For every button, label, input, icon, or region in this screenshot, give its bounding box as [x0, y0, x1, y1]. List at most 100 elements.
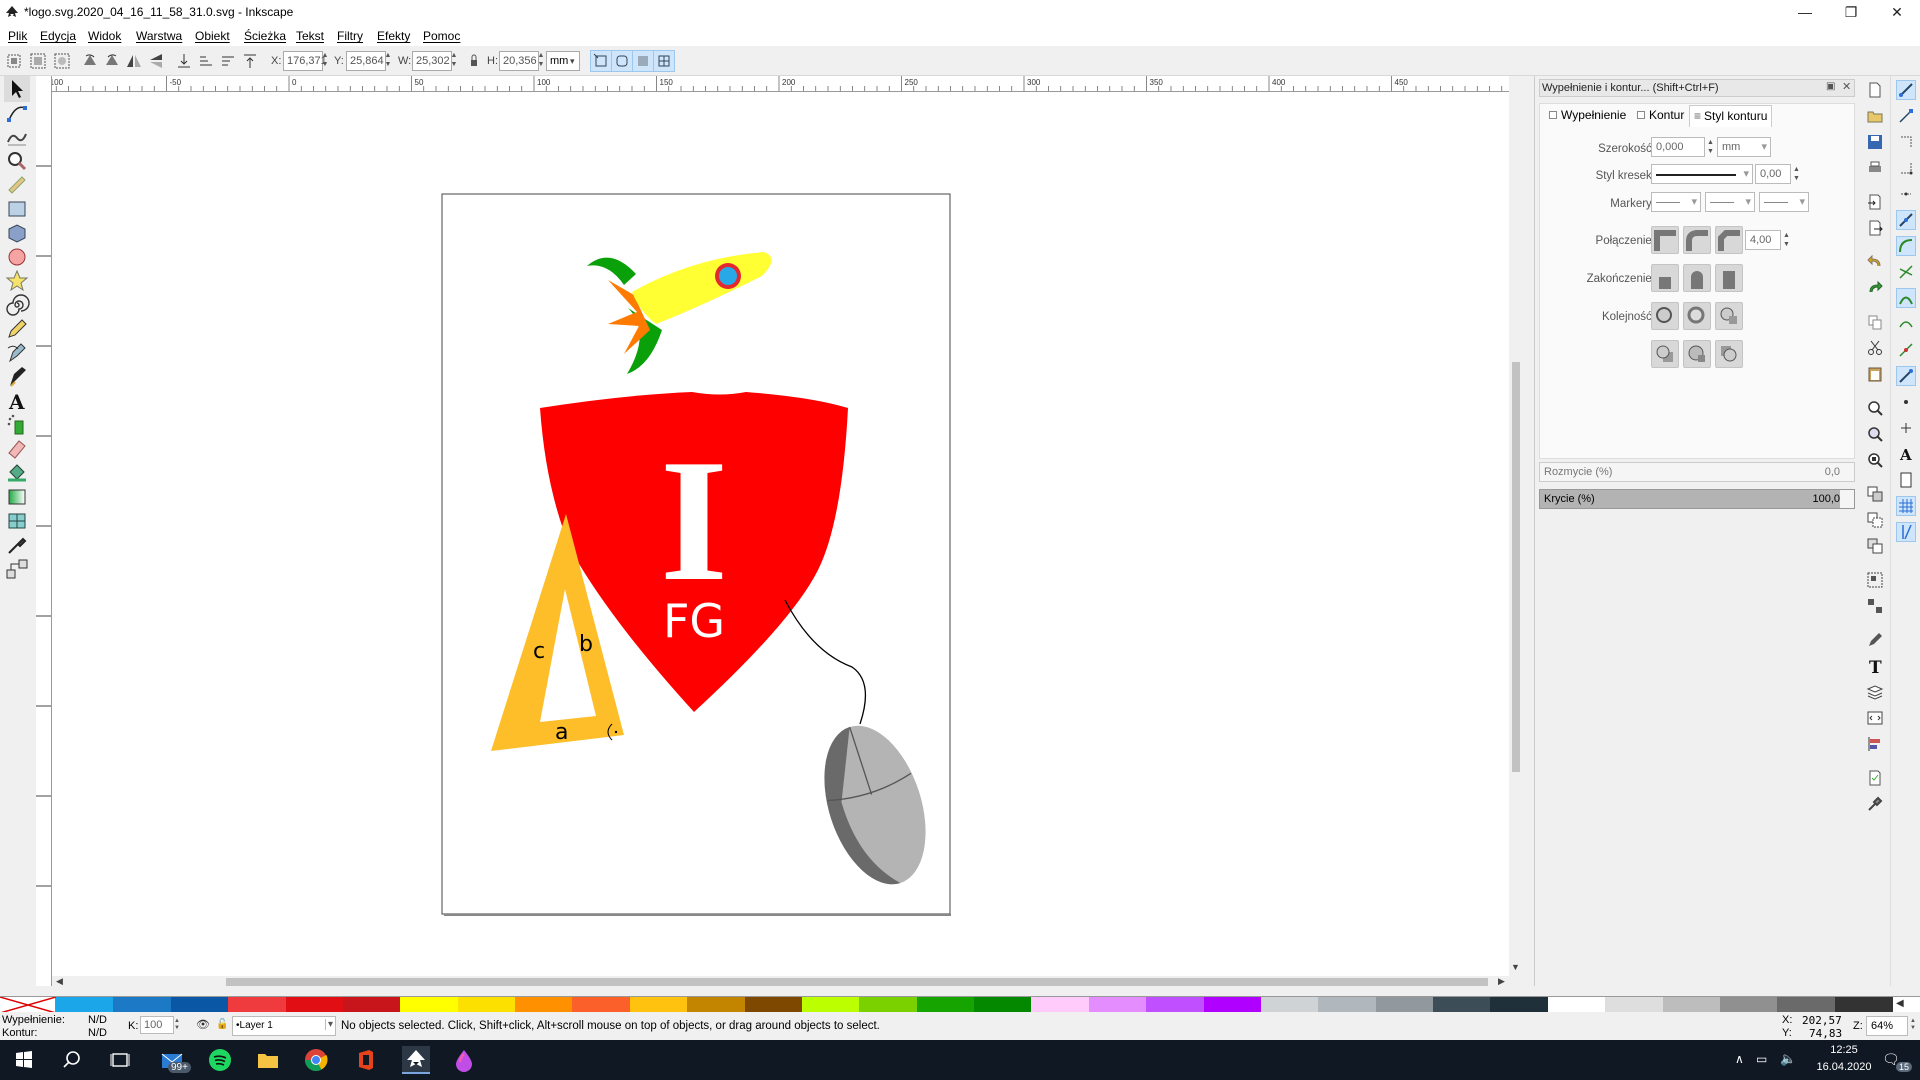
palette-swatch[interactable]: [56, 997, 114, 1013]
undo-icon[interactable]: [1866, 253, 1884, 271]
volume-icon[interactable]: 🔈: [1780, 1051, 1796, 1067]
snap-intersections-icon[interactable]: [1897, 263, 1915, 281]
snap-bbox-midpoints-icon[interactable]: [1897, 185, 1915, 203]
xml-editor-icon[interactable]: [1866, 709, 1884, 727]
drawing-canvas[interactable]: I FG c b a: [52, 92, 1509, 976]
vertical-scrollbar[interactable]: ▼: [1509, 76, 1523, 988]
gradient-tool-icon[interactable]: [4, 484, 30, 510]
restore-button[interactable]: ❐: [1828, 0, 1874, 26]
ellipse-tool-icon[interactable]: [4, 244, 30, 270]
lower-icon[interactable]: [196, 51, 216, 71]
snap-paths-icon[interactable]: [1896, 236, 1916, 256]
scale-stroke-icon[interactable]: [590, 50, 612, 72]
no-paint-swatch-icon[interactable]: [0, 996, 57, 1014]
mesh-tool-icon[interactable]: [4, 508, 30, 534]
node-tool-icon[interactable]: [4, 100, 30, 126]
opacity-slider[interactable]: Krycie (%) 100,0: [1539, 489, 1855, 509]
order-stroke-fill-markers-icon[interactable]: [1683, 302, 1711, 330]
tweak-tool-icon[interactable]: [4, 124, 30, 150]
print-icon[interactable]: [1866, 159, 1884, 177]
scale-corners-icon[interactable]: [611, 50, 633, 72]
palette-swatches[interactable]: [56, 997, 1893, 1013]
horizontal-scrollbar[interactable]: ◀ ▶: [52, 976, 1509, 988]
paint-app-icon[interactable]: [450, 1046, 478, 1074]
open-icon[interactable]: [1866, 107, 1884, 125]
spiral-tool-icon[interactable]: [4, 292, 30, 318]
start-marker-select[interactable]: ▾: [1651, 192, 1701, 212]
unlink-clone-icon[interactable]: [1866, 537, 1884, 555]
fill-stroke-dialog-icon[interactable]: [1866, 631, 1884, 649]
3d-box-tool-icon[interactable]: [4, 220, 30, 246]
miter-limit-field[interactable]: 4,00: [1745, 230, 1781, 250]
palette-swatch[interactable]: [170, 997, 229, 1013]
move-patterns-icon[interactable]: [653, 50, 675, 72]
tab-stroke-style[interactable]: ≡ Styl konturu: [1689, 105, 1773, 127]
align-dialog-icon[interactable]: [1866, 735, 1884, 753]
star-tool-icon[interactable]: [4, 268, 30, 294]
menu-extensions[interactable]: Efekty: [377, 29, 410, 43]
menu-file[interactable]: Plik: [8, 29, 27, 43]
palette-swatch[interactable]: [1433, 997, 1491, 1013]
palette-swatch[interactable]: [744, 997, 803, 1013]
file-explorer-icon[interactable]: [254, 1046, 282, 1074]
taskbar-time[interactable]: 12:25: [1814, 1044, 1874, 1056]
task-view-icon[interactable]: [106, 1046, 134, 1074]
zoom-tool-icon[interactable]: [4, 148, 30, 174]
snap-bbox-corners-icon[interactable]: [1897, 159, 1915, 177]
snap-bbox-icon[interactable]: [1897, 107, 1915, 125]
palette-swatch[interactable]: [228, 997, 287, 1013]
palette-swatch[interactable]: [1490, 997, 1549, 1013]
save-icon[interactable]: [1866, 133, 1884, 151]
join-miter-icon[interactable]: [1651, 226, 1679, 254]
rectangle-tool-icon[interactable]: [4, 196, 30, 222]
export-icon[interactable]: [1866, 219, 1884, 237]
palette-swatch[interactable]: [1777, 997, 1836, 1013]
vertical-scroll-thumb[interactable]: [1512, 362, 1520, 772]
y-stepper[interactable]: ▲ ▼: [383, 51, 393, 71]
palette-swatch[interactable]: [285, 997, 344, 1013]
palette-swatch[interactable]: [629, 997, 688, 1013]
snap-others-icon[interactable]: [1896, 366, 1916, 386]
palette-swatch[interactable]: [1662, 997, 1721, 1013]
opacity-k-field[interactable]: 100: [140, 1016, 174, 1034]
w-stepper[interactable]: ▲ ▼: [449, 51, 459, 71]
snap-enable-icon[interactable]: [1896, 80, 1916, 100]
cap-butt-icon[interactable]: [1651, 264, 1679, 292]
menu-text[interactable]: Tekst: [296, 29, 324, 43]
calligraphy-tool-icon[interactable]: [4, 364, 30, 390]
order-markers-icon[interactable]: [1715, 302, 1743, 330]
move-gradients-icon[interactable]: [632, 50, 654, 72]
snap-text-baseline-icon[interactable]: A: [1897, 445, 1915, 464]
palette-swatch[interactable]: [400, 997, 459, 1013]
lock-ratio-icon[interactable]: [464, 51, 484, 71]
snap-smooth-nodes-icon[interactable]: [1897, 315, 1915, 333]
close-button[interactable]: ✕: [1874, 0, 1920, 26]
flip-horizontal-icon[interactable]: [124, 51, 144, 71]
rotate-ccw-icon[interactable]: [80, 51, 100, 71]
zoom-selection-icon[interactable]: [1866, 399, 1884, 417]
spray-tool-icon[interactable]: [4, 412, 30, 438]
redo-icon[interactable]: [1866, 279, 1884, 297]
palette-swatch[interactable]: [687, 997, 746, 1013]
order-variant-2-icon[interactable]: [1683, 340, 1711, 368]
opacity-k-stepper[interactable]: ▲ ▼: [174, 1018, 180, 1032]
order-variant-3-icon[interactable]: [1715, 340, 1743, 368]
palette-swatch[interactable]: [1547, 997, 1606, 1013]
palette-swatch[interactable]: [1605, 997, 1664, 1013]
zoom-page-icon[interactable]: [1866, 451, 1884, 469]
snap-guides-icon[interactable]: [1896, 522, 1916, 542]
minimize-button[interactable]: —: [1782, 0, 1828, 26]
eraser-tool-icon[interactable]: [4, 436, 30, 462]
h-stepper[interactable]: ▲ ▼: [536, 51, 546, 71]
snap-grid-icon[interactable]: [1896, 496, 1916, 516]
cut-icon[interactable]: [1866, 339, 1884, 357]
palette-swatch[interactable]: [342, 997, 401, 1013]
zoom-field[interactable]: 64%: [1866, 1016, 1908, 1036]
clone-icon[interactable]: [1866, 511, 1884, 529]
paste-icon[interactable]: [1866, 365, 1884, 383]
x-field[interactable]: 176,371: [283, 51, 327, 71]
taskbar-date[interactable]: 16.04.2020: [1804, 1061, 1884, 1073]
layer-visibility-icon[interactable]: 👁: [196, 1018, 210, 1031]
scroll-right-icon[interactable]: ▶: [1498, 976, 1505, 987]
color-palette[interactable]: ◀: [0, 996, 1920, 1014]
